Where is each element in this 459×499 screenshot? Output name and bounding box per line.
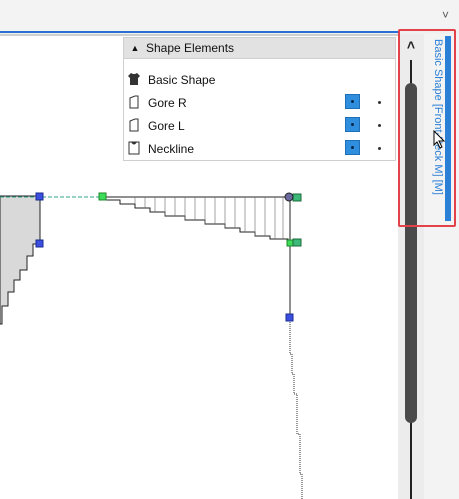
panel-title: Shape Elements: [146, 41, 235, 55]
highlight-frame: [398, 29, 456, 227]
collapse-triangle-icon[interactable]: ▲: [124, 43, 146, 53]
handle: [286, 239, 294, 247]
list-item-gore-l[interactable]: Gore L: [124, 115, 395, 137]
gray-pattern-piece: [0, 195, 41, 325]
page-icon: [129, 118, 139, 132]
handle: [35, 192, 44, 201]
list-item-neckline[interactable]: Neckline: [124, 138, 395, 160]
list-item-basic-shape[interactable]: Basic Shape: [124, 69, 395, 91]
list-item-label: Neckline: [148, 142, 195, 156]
hatched-piece: [102, 196, 291, 244]
more-dot-icon[interactable]: [378, 147, 381, 150]
list-item-label: Gore L: [148, 119, 185, 133]
dotted-edge: [289, 318, 303, 499]
mouse-cursor-icon: [433, 130, 446, 149]
list-item-label: Gore R: [148, 96, 187, 110]
more-dot-icon[interactable]: [378, 124, 381, 127]
list-item-label: Basic Shape: [148, 73, 216, 87]
chevron-down-icon[interactable]: ˅: [442, 8, 449, 22]
panel-header[interactable]: ▲ Shape Elements: [124, 38, 395, 59]
list-item-gore-r[interactable]: Gore R: [124, 92, 395, 114]
page-icon: [129, 95, 139, 109]
handle: [98, 192, 107, 201]
neckline-icon: [128, 141, 140, 155]
visibility-button[interactable]: [345, 94, 360, 109]
more-dot-icon[interactable]: [378, 101, 381, 104]
visibility-button[interactable]: [345, 117, 360, 132]
shirt-icon: [128, 73, 140, 85]
active-tab-indicator: [0, 31, 398, 33]
handle: [292, 238, 302, 247]
handle: [285, 313, 294, 322]
shape-elements-panel: ▲ Shape Elements Basic Shape Gore R Gore…: [123, 37, 396, 161]
handle: [35, 239, 44, 248]
visibility-button[interactable]: [345, 140, 360, 155]
handle: [284, 192, 294, 202]
handle: [292, 193, 302, 202]
top-strip: ˅: [0, 0, 459, 31]
